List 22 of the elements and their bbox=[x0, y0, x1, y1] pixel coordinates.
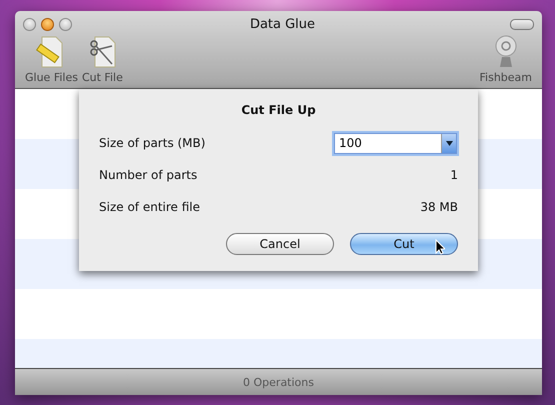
field-label: Size of parts (MB) bbox=[99, 136, 206, 150]
window-title: Data Glue bbox=[248, 16, 316, 32]
toolbar-button[interactable]: Cut File bbox=[80, 35, 125, 84]
mouse-pointer-icon bbox=[435, 239, 445, 255]
size-combo-box[interactable]: 100 bbox=[334, 132, 457, 154]
dialog-button[interactable]: Cancel bbox=[226, 233, 334, 255]
field-value: 1 bbox=[450, 168, 458, 182]
size-field[interactable]: 100 bbox=[335, 134, 441, 152]
field-label: Size of entire file bbox=[99, 200, 200, 214]
status-text: 0 Operations bbox=[15, 368, 542, 395]
dialog-button[interactable]: Cut bbox=[350, 233, 458, 255]
field-value: 38 MB bbox=[420, 200, 458, 214]
toolbar-toggle-button[interactable] bbox=[510, 18, 534, 30]
window-button[interactable] bbox=[23, 18, 36, 30]
close-button[interactable] bbox=[41, 18, 54, 30]
window-button[interactable] bbox=[59, 18, 72, 30]
dropdown-arrow-icon bbox=[446, 140, 452, 146]
field-label: Number of parts bbox=[99, 168, 198, 182]
sheet-title: Cut File Up bbox=[240, 103, 317, 117]
toolbar-button[interactable]: Glue Files bbox=[23, 35, 80, 84]
dropdown-button[interactable] bbox=[441, 134, 456, 152]
toolbar-button[interactable]: Fishbeam bbox=[478, 35, 534, 84]
